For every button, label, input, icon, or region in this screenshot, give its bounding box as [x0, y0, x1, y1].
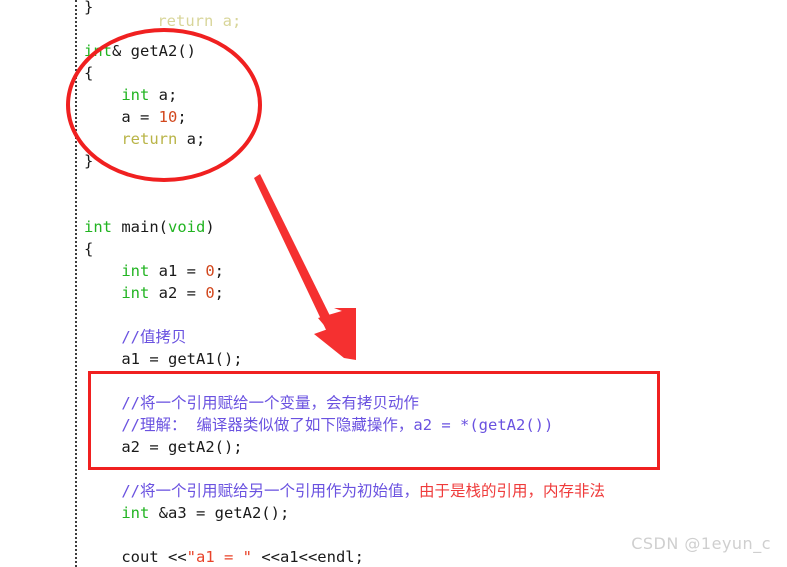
code-token: a2 = getA2();: [121, 438, 243, 456]
code-line: }: [84, 0, 784, 18]
code-line: //将一个引用赋给另一个引用作为初始值，由于是栈的引用，内存非法: [84, 480, 784, 502]
code-token: 值拷贝: [140, 328, 187, 346]
code-token: a =: [121, 108, 159, 126]
code-token: "a1 = ": [186, 548, 252, 566]
code-line: a1 = getA1();: [84, 348, 784, 370]
code-token: }: [84, 152, 94, 170]
code-token: ): [205, 218, 215, 236]
code-token: &a3 = getA2();: [149, 504, 290, 522]
code-token: ;: [177, 108, 187, 126]
code-token: int: [121, 262, 150, 280]
code-token: main(: [112, 218, 168, 236]
code-token: //: [121, 416, 140, 434]
code-token: & getA2(): [112, 42, 196, 60]
code-line: int a;: [84, 84, 784, 106]
code-token: ;: [214, 262, 225, 280]
code-token: <<a1<<endl;: [251, 548, 364, 566]
code-token: 理解： 编译器类似做了如下隐藏操作，: [140, 416, 414, 434]
code-line: return a;: [84, 128, 784, 150]
code-token: //: [121, 394, 140, 412]
code-line: }: [84, 150, 784, 172]
code-token: int: [84, 218, 112, 236]
code-line: a = 10;: [84, 106, 784, 128]
dotted-guide-line: [75, 0, 77, 567]
code-token: a1 =: [149, 262, 206, 280]
code-token: {: [84, 240, 94, 258]
code-token: cout <<: [121, 548, 187, 566]
code-line: int main(void): [84, 216, 784, 238]
code-screenshot-canvas: return a; } int& getA2(){ int a; a = 10;…: [0, 0, 787, 567]
code-token: {: [84, 64, 94, 82]
code-token: ;: [214, 284, 225, 302]
code-line: {: [84, 238, 784, 260]
code-token: a;: [177, 130, 206, 148]
code-line: a2 = getA2();: [84, 436, 784, 458]
code-line: //理解： 编译器类似做了如下隐藏操作，a2 = *(getA2()): [84, 414, 784, 436]
code-line: int a2 = 0;: [84, 282, 784, 304]
code-token: 10: [158, 108, 178, 126]
code-token: 将一个引用赋给一个变量，会有拷贝动作: [140, 394, 420, 412]
code-line: //将一个引用赋给一个变量，会有拷贝动作: [84, 392, 784, 414]
csdn-watermark: CSDN @1eyun_c: [631, 534, 771, 553]
code-line: int &a3 = getA2();: [84, 502, 784, 524]
code-token: }: [84, 0, 94, 16]
code-line: {: [84, 62, 784, 84]
code-token: 将一个引用赋给另一个引用作为初始值，: [140, 482, 420, 500]
code-line: //值拷贝: [84, 326, 784, 348]
code-token: 0: [205, 262, 215, 280]
code-token: //: [121, 328, 140, 346]
code-line: int a1 = 0;: [84, 260, 784, 282]
code-token: 由于是栈的引用，内存非法: [419, 482, 606, 500]
code-token: int: [84, 42, 112, 60]
code-token: return: [121, 130, 178, 148]
code-token: 0: [205, 284, 215, 302]
code-token: int: [121, 86, 150, 104]
code-token: int: [121, 504, 150, 522]
code-block: } int& getA2(){ int a; a = 10; return a;…: [84, 0, 784, 567]
code-token: void: [168, 218, 206, 236]
code-token: a2 =: [149, 284, 206, 302]
code-token: a;: [149, 86, 178, 104]
code-token: //: [121, 482, 140, 500]
code-line: int& getA2(): [84, 40, 784, 62]
code-token: a1 = getA1();: [121, 350, 243, 368]
code-token: a2 = *(getA2()): [413, 416, 554, 434]
code-token: int: [121, 284, 150, 302]
